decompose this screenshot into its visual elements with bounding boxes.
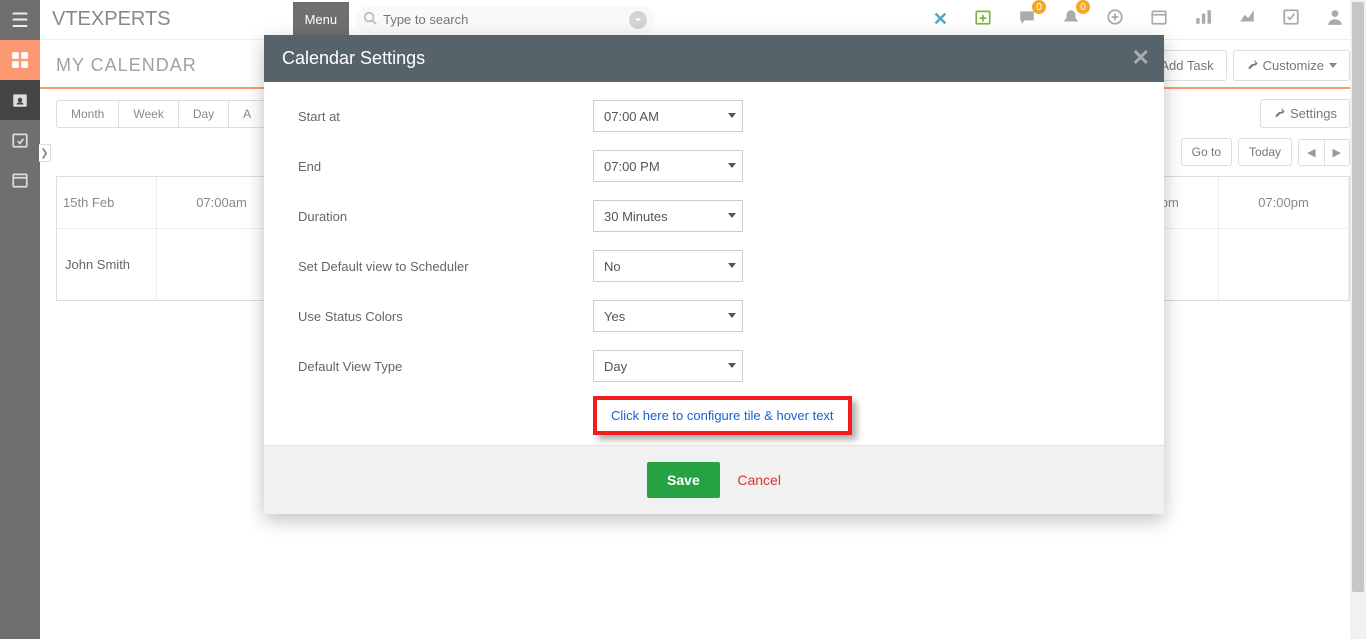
label: Default View Type: [298, 359, 593, 374]
modal-body: Start at 07:00 AM End 07:00 PM Duration …: [264, 82, 1164, 445]
calendar-icon[interactable]: [1150, 8, 1168, 31]
settings-button[interactable]: Settings: [1260, 99, 1350, 128]
add-task-label: Add Task: [1160, 58, 1213, 73]
configure-tile-hover-link[interactable]: Click here to configure tile & hover tex…: [611, 408, 834, 423]
cancel-button[interactable]: Cancel: [737, 472, 781, 488]
select-start-at[interactable]: 07:00 AM: [593, 100, 743, 132]
scrollbar-thumb[interactable]: [1352, 2, 1364, 592]
select-duration[interactable]: 30 Minutes: [593, 200, 743, 232]
label: Set Default view to Scheduler: [298, 259, 593, 274]
field-end: End 07:00 PM: [298, 150, 1130, 182]
tab-agenda[interactable]: A: [229, 101, 265, 127]
wrench-icon: [1273, 106, 1285, 121]
sidebar-contact-cal-icon[interactable]: [0, 80, 40, 120]
value: 30 Minutes: [604, 209, 668, 224]
search-icon: [363, 11, 377, 28]
chevron-down-icon: [728, 113, 736, 118]
modal-header: Calendar Settings ✕: [264, 35, 1164, 82]
area-chart-icon[interactable]: [1238, 8, 1256, 31]
label: Duration: [298, 209, 593, 224]
close-icon[interactable]: ✕: [1132, 45, 1150, 71]
bar-chart-icon[interactable]: [1194, 8, 1212, 31]
time-slot[interactable]: [1219, 229, 1349, 300]
label: End: [298, 159, 593, 174]
today-button[interactable]: Today: [1238, 138, 1292, 166]
tab-week[interactable]: Week: [119, 101, 178, 127]
field-status-colors: Use Status Colors Yes: [298, 300, 1130, 332]
value: Day: [604, 359, 627, 374]
save-button[interactable]: Save: [647, 462, 720, 498]
search-box[interactable]: [355, 6, 655, 33]
field-default-view: Default View Type Day: [298, 350, 1130, 382]
select-end[interactable]: 07:00 PM: [593, 150, 743, 182]
menu-button[interactable]: Menu: [293, 2, 350, 37]
logo: VTEXPERTS: [40, 8, 183, 31]
date-header: 15th Feb: [57, 177, 157, 228]
plus-circle-icon[interactable]: [1106, 8, 1124, 31]
field-start-at: Start at 07:00 AM: [298, 100, 1130, 132]
sidebar-cal-blank-icon[interactable]: [0, 160, 40, 200]
nav-arrows: ◀ ▶: [1298, 139, 1350, 166]
expand-chevron-icon[interactable]: ❯: [39, 144, 51, 162]
next-icon[interactable]: ▶: [1325, 140, 1349, 165]
customize-button[interactable]: Customize: [1233, 50, 1350, 81]
comment-icon[interactable]: 0: [1018, 8, 1036, 31]
select-status-colors[interactable]: Yes: [593, 300, 743, 332]
topbar: VTEXPERTS Menu ✕ 0: [40, 0, 1366, 40]
field-duration: Duration 30 Minutes: [298, 200, 1130, 232]
chevron-down-icon: [1329, 63, 1337, 68]
tab-month[interactable]: Month: [57, 101, 119, 127]
chevron-down-icon: [728, 313, 736, 318]
modal-title: Calendar Settings: [282, 48, 425, 68]
hamburger-icon[interactable]: ☰: [0, 0, 40, 40]
field-default-scheduler: Set Default view to Scheduler No: [298, 250, 1130, 282]
bell-icon[interactable]: 0: [1062, 8, 1080, 31]
label: Start at: [298, 109, 593, 124]
goto-button[interactable]: Go to: [1181, 138, 1232, 166]
scrollbar[interactable]: [1350, 0, 1366, 639]
time-header: 07:00pm: [1219, 177, 1349, 228]
chevron-down-icon: [728, 363, 736, 368]
user-icon[interactable]: [1326, 8, 1344, 31]
value: Yes: [604, 309, 625, 324]
main-area: VTEXPERTS Menu ✕ 0: [40, 0, 1366, 639]
chevron-down-icon: [728, 163, 736, 168]
page-title: MY CALENDAR: [56, 55, 197, 76]
view-tabs: Month Week Day A: [56, 100, 266, 128]
bell-badge: 0: [1076, 0, 1090, 14]
tab-day[interactable]: Day: [179, 101, 229, 127]
config-link-highlight: Click here to configure tile & hover tex…: [593, 396, 852, 435]
value: 07:00 PM: [604, 159, 660, 174]
value: 07:00 AM: [604, 109, 659, 124]
checkbox-icon[interactable]: [1282, 8, 1300, 31]
settings-label: Settings: [1290, 106, 1337, 121]
left-sidebar: ☰: [0, 0, 40, 639]
cal-plus-icon[interactable]: [974, 8, 992, 31]
select-default-view[interactable]: Day: [593, 350, 743, 382]
help-x-icon[interactable]: ✕: [933, 9, 948, 30]
label: Use Status Colors: [298, 309, 593, 324]
value: No: [604, 259, 621, 274]
comment-badge: 0: [1032, 0, 1046, 14]
chevron-down-icon: [728, 213, 736, 218]
modal-footer: Save Cancel: [264, 445, 1164, 514]
calendar-settings-modal: Calendar Settings ✕ Start at 07:00 AM En…: [264, 35, 1164, 514]
topbar-right: ✕ 0 0: [933, 8, 1366, 31]
row-label: John Smith: [57, 229, 157, 300]
search-input[interactable]: [377, 10, 629, 29]
select-default-scheduler[interactable]: No: [593, 250, 743, 282]
wrench-icon: [1246, 58, 1258, 73]
sidebar-calendar-grid-icon[interactable]: [0, 40, 40, 80]
customize-label: Customize: [1263, 58, 1324, 73]
chevron-down-icon: [728, 263, 736, 268]
search-collapse-icon[interactable]: [629, 11, 647, 29]
prev-icon[interactable]: ◀: [1299, 140, 1324, 165]
sidebar-cal-check-icon[interactable]: [0, 120, 40, 160]
